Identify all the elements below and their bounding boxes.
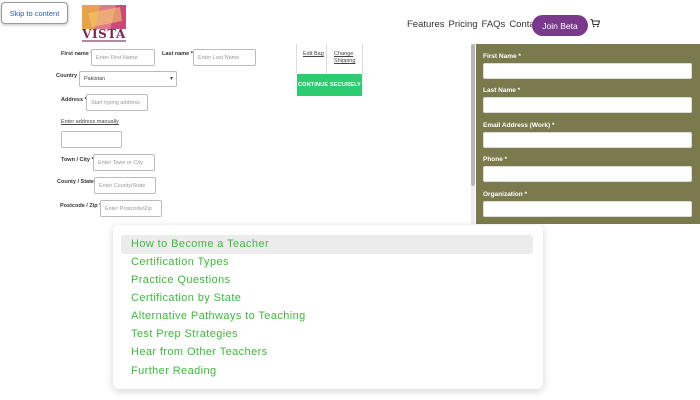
town-input[interactable]: Enter Town or City — [93, 154, 155, 171]
panel-organization-label: Organization * — [483, 191, 528, 198]
panel-organization-input[interactable] — [483, 201, 692, 217]
panel-phone-input[interactable] — [483, 166, 692, 182]
menu-item-test-prep-strategies[interactable]: Test Prep Strategies — [131, 328, 238, 340]
menu-item-how-to-become-teacher[interactable]: How to Become a Teacher — [131, 238, 269, 250]
panel-first-name-input[interactable] — [483, 63, 692, 79]
menu-item-further-reading[interactable]: Further Reading — [131, 365, 217, 377]
country-value: Pakistan — [84, 76, 106, 82]
scrollbar-thumb[interactable] — [471, 44, 475, 186]
menu-item-alternative-pathways[interactable]: Alternative Pathways to Teaching — [131, 310, 306, 322]
address-label: Address * — [61, 97, 87, 103]
panel-email-label: Email Address (Work) * — [483, 122, 555, 129]
county-label: County / State — [57, 179, 94, 185]
mini-divider-mid — [326, 44, 327, 74]
menu-item-hear-from-teachers[interactable]: Hear from Other Teachers — [131, 346, 268, 358]
nav-features-link[interactable]: Features — [407, 19, 445, 30]
resources-dropdown-menu: How to Become a Teacher Certification Ty… — [113, 225, 543, 389]
join-beta-button[interactable]: Join Beta — [532, 15, 588, 36]
panel-first-name-label: First Name * — [483, 53, 521, 60]
first-name-label: First name * — [61, 51, 93, 57]
change-shipping-link[interactable]: Change Shipping — [334, 51, 360, 65]
menu-item-certification-by-state[interactable]: Certification by State — [131, 292, 241, 304]
menu-item-certification-types[interactable]: Certification Types — [131, 256, 229, 268]
cart-icon[interactable] — [590, 18, 600, 28]
mini-divider-left — [296, 44, 297, 74]
chevron-down-icon: ▾ — [169, 76, 173, 82]
postcode-label: Postcode / Zip * — [60, 203, 102, 209]
brand-name: VISTA — [82, 27, 126, 41]
first-name-input[interactable]: Enter First Name — [91, 49, 155, 66]
town-label: Town / City * — [61, 157, 94, 163]
county-input[interactable]: Enter County/State — [94, 177, 156, 194]
country-select[interactable]: Pakistan ▾ — [79, 71, 177, 87]
mini-divider-right — [362, 44, 363, 74]
edit-bag-link[interactable]: Edit Bag — [303, 51, 324, 57]
nav-faqs-link[interactable]: FAQs — [482, 19, 506, 30]
brand-underline — [82, 40, 126, 42]
postcode-input[interactable]: Enter Postcode/Zip — [100, 200, 162, 217]
signup-panel: First Name * Last Name * Email Address (… — [476, 44, 700, 224]
menu-item-practice-questions[interactable]: Practice Questions — [131, 274, 231, 286]
panel-email-input[interactable] — [483, 132, 692, 148]
continue-securely-button[interactable]: CONTINUE SECURELY — [297, 74, 362, 96]
last-name-label: Last name * — [162, 51, 193, 57]
address-extra-input[interactable] — [61, 131, 122, 148]
panel-phone-label: Phone * — [483, 156, 508, 163]
panel-last-name-input[interactable] — [483, 97, 692, 113]
nav-pricing-link[interactable]: Pricing — [449, 19, 478, 30]
address-input[interactable]: Start typing address — [86, 94, 148, 111]
skip-to-content-link[interactable]: Skip to content — [1, 2, 68, 24]
enter-address-manually-link[interactable]: Enter address manually — [61, 119, 119, 125]
country-label: Country — [56, 73, 78, 79]
panel-last-name-label: Last Name * — [483, 87, 521, 94]
main-nav: Features Pricing FAQs Contact — [407, 19, 542, 30]
last-name-input[interactable]: Enter Last Name — [193, 49, 256, 66]
